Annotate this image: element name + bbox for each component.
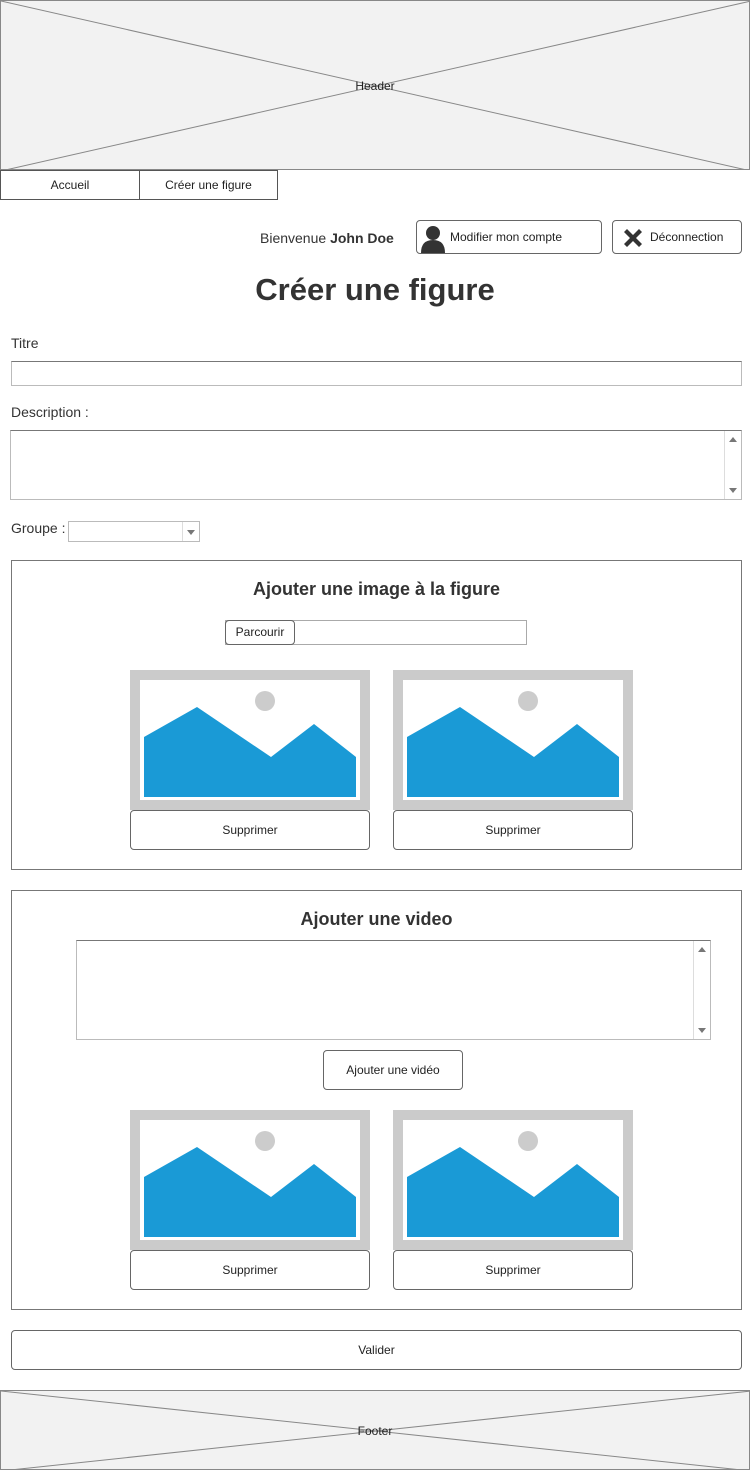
description-label: Description : [11,404,89,420]
welcome-prefix: Bienvenue [260,230,327,246]
delete-video-button-2[interactable]: Supprimer [393,1250,633,1290]
video-section: Ajouter une video Ajouter une vidéo Supp… [11,890,742,1310]
nav-home[interactable]: Accueil [0,170,140,200]
chevron-down-icon [187,530,195,535]
description-textarea[interactable] [10,430,742,500]
submit-button[interactable]: Valider [11,1330,742,1370]
close-x-icon [624,229,642,247]
add-video-button[interactable]: Ajouter une vidéo [323,1050,463,1090]
browse-button[interactable]: Parcourir [225,620,295,645]
header-label: Header [355,79,395,93]
edit-account-label: Modifier mon compte [450,230,563,244]
image-section-title: Ajouter une image à la figure [252,579,501,599]
page-title: Créer une figure [255,272,495,307]
scroll-up-icon[interactable] [698,947,706,952]
video-embed-scrollbar[interactable] [693,941,710,1039]
logout-button[interactable]: Déconnection [612,220,742,254]
description-scrollbar[interactable] [724,431,741,499]
image-thumbnail [393,670,633,810]
video-thumbnail [393,1110,633,1250]
group-select-dropdown[interactable] [182,522,199,541]
nav-create-figure[interactable]: Créer une figure [139,170,278,200]
welcome-text: Bienvenue John Doe [260,230,394,246]
image-placeholder-icon [144,1131,356,1237]
video-embed-textarea[interactable] [76,940,711,1040]
footer-label: Footer [357,1424,393,1438]
group-select[interactable] [68,521,200,542]
image-placeholder-icon [407,1131,619,1237]
footer-placeholder: Footer [0,1390,750,1470]
title-label: Titre [11,335,39,351]
edit-account-button[interactable]: Modifier mon compte [416,220,602,254]
image-thumbnail [130,670,370,810]
scroll-down-icon[interactable] [698,1028,706,1033]
delete-image-button-1[interactable]: Supprimer [130,810,370,850]
group-label: Groupe : [11,520,66,536]
video-thumbnail [130,1110,370,1250]
image-placeholder-icon [144,691,356,797]
user-name: John Doe [330,230,394,246]
delete-image-button-2[interactable]: Supprimer [393,810,633,850]
image-section: Ajouter une image à la figure Parcourir … [11,560,742,870]
scroll-down-icon[interactable] [729,488,737,493]
image-placeholder-icon [407,691,619,797]
video-section-title: Ajouter une video [300,909,453,929]
user-icon [421,226,445,253]
scroll-up-icon[interactable] [729,437,737,442]
header-placeholder: Header [0,0,750,170]
logout-label: Déconnection [650,230,724,244]
title-input[interactable] [11,361,742,386]
delete-video-button-1[interactable]: Supprimer [130,1250,370,1290]
